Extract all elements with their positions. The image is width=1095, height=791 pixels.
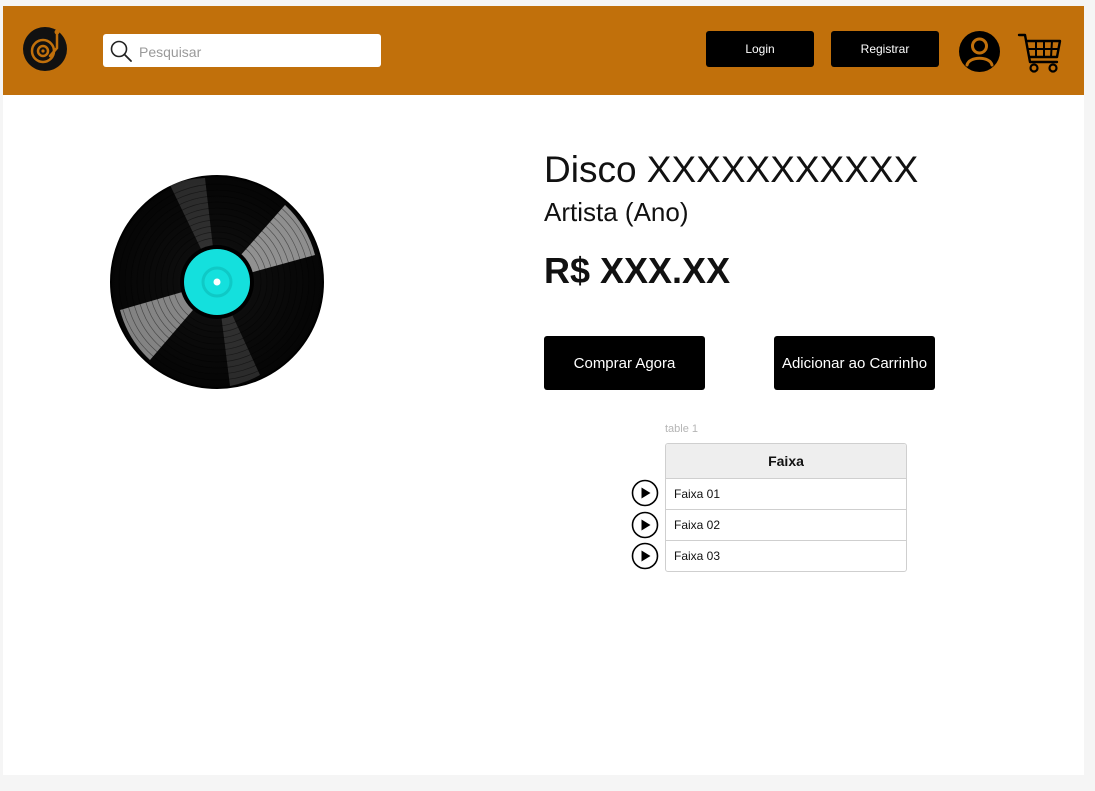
search-icon[interactable] bbox=[110, 40, 132, 62]
login-button[interactable]: Login bbox=[706, 31, 814, 67]
register-button[interactable]: Registrar bbox=[831, 31, 939, 67]
table-caption: table 1 bbox=[665, 423, 699, 435]
table-row[interactable]: Faixa 02 bbox=[666, 510, 906, 541]
play-icon[interactable] bbox=[631, 542, 659, 570]
vinyl-record-image bbox=[110, 175, 324, 389]
track-name: Faixa 03 bbox=[674, 549, 721, 563]
add-to-cart-button[interactable]: Adicionar ao Carrinho bbox=[774, 336, 935, 390]
page: Login Registrar bbox=[3, 6, 1084, 775]
shopping-cart-icon[interactable] bbox=[1017, 29, 1063, 75]
table-row[interactable]: Faixa 03 bbox=[666, 541, 906, 571]
search-input[interactable] bbox=[137, 34, 377, 69]
turntable-logo-icon[interactable] bbox=[22, 26, 68, 72]
album-artist: Artista (Ano) bbox=[544, 197, 689, 227]
buy-now-button[interactable]: Comprar Agora bbox=[544, 336, 705, 390]
play-icon[interactable] bbox=[631, 479, 659, 507]
table-row[interactable]: Faixa 01 bbox=[666, 479, 906, 510]
album-price: R$ XXX.XX bbox=[544, 250, 731, 291]
track-name: Faixa 02 bbox=[674, 518, 721, 532]
album-title: Disco XXXXXXXXXXX bbox=[544, 149, 919, 190]
track-name: Faixa 01 bbox=[674, 487, 721, 501]
tracks-table: Faixa Faixa 01 Faixa 02 Faixa 03 bbox=[665, 443, 907, 572]
user-icon[interactable] bbox=[959, 31, 1000, 72]
table-header: Faixa bbox=[666, 444, 906, 479]
play-icon[interactable] bbox=[631, 511, 659, 539]
header-bar: Login Registrar bbox=[3, 6, 1084, 95]
search-box bbox=[103, 34, 381, 69]
